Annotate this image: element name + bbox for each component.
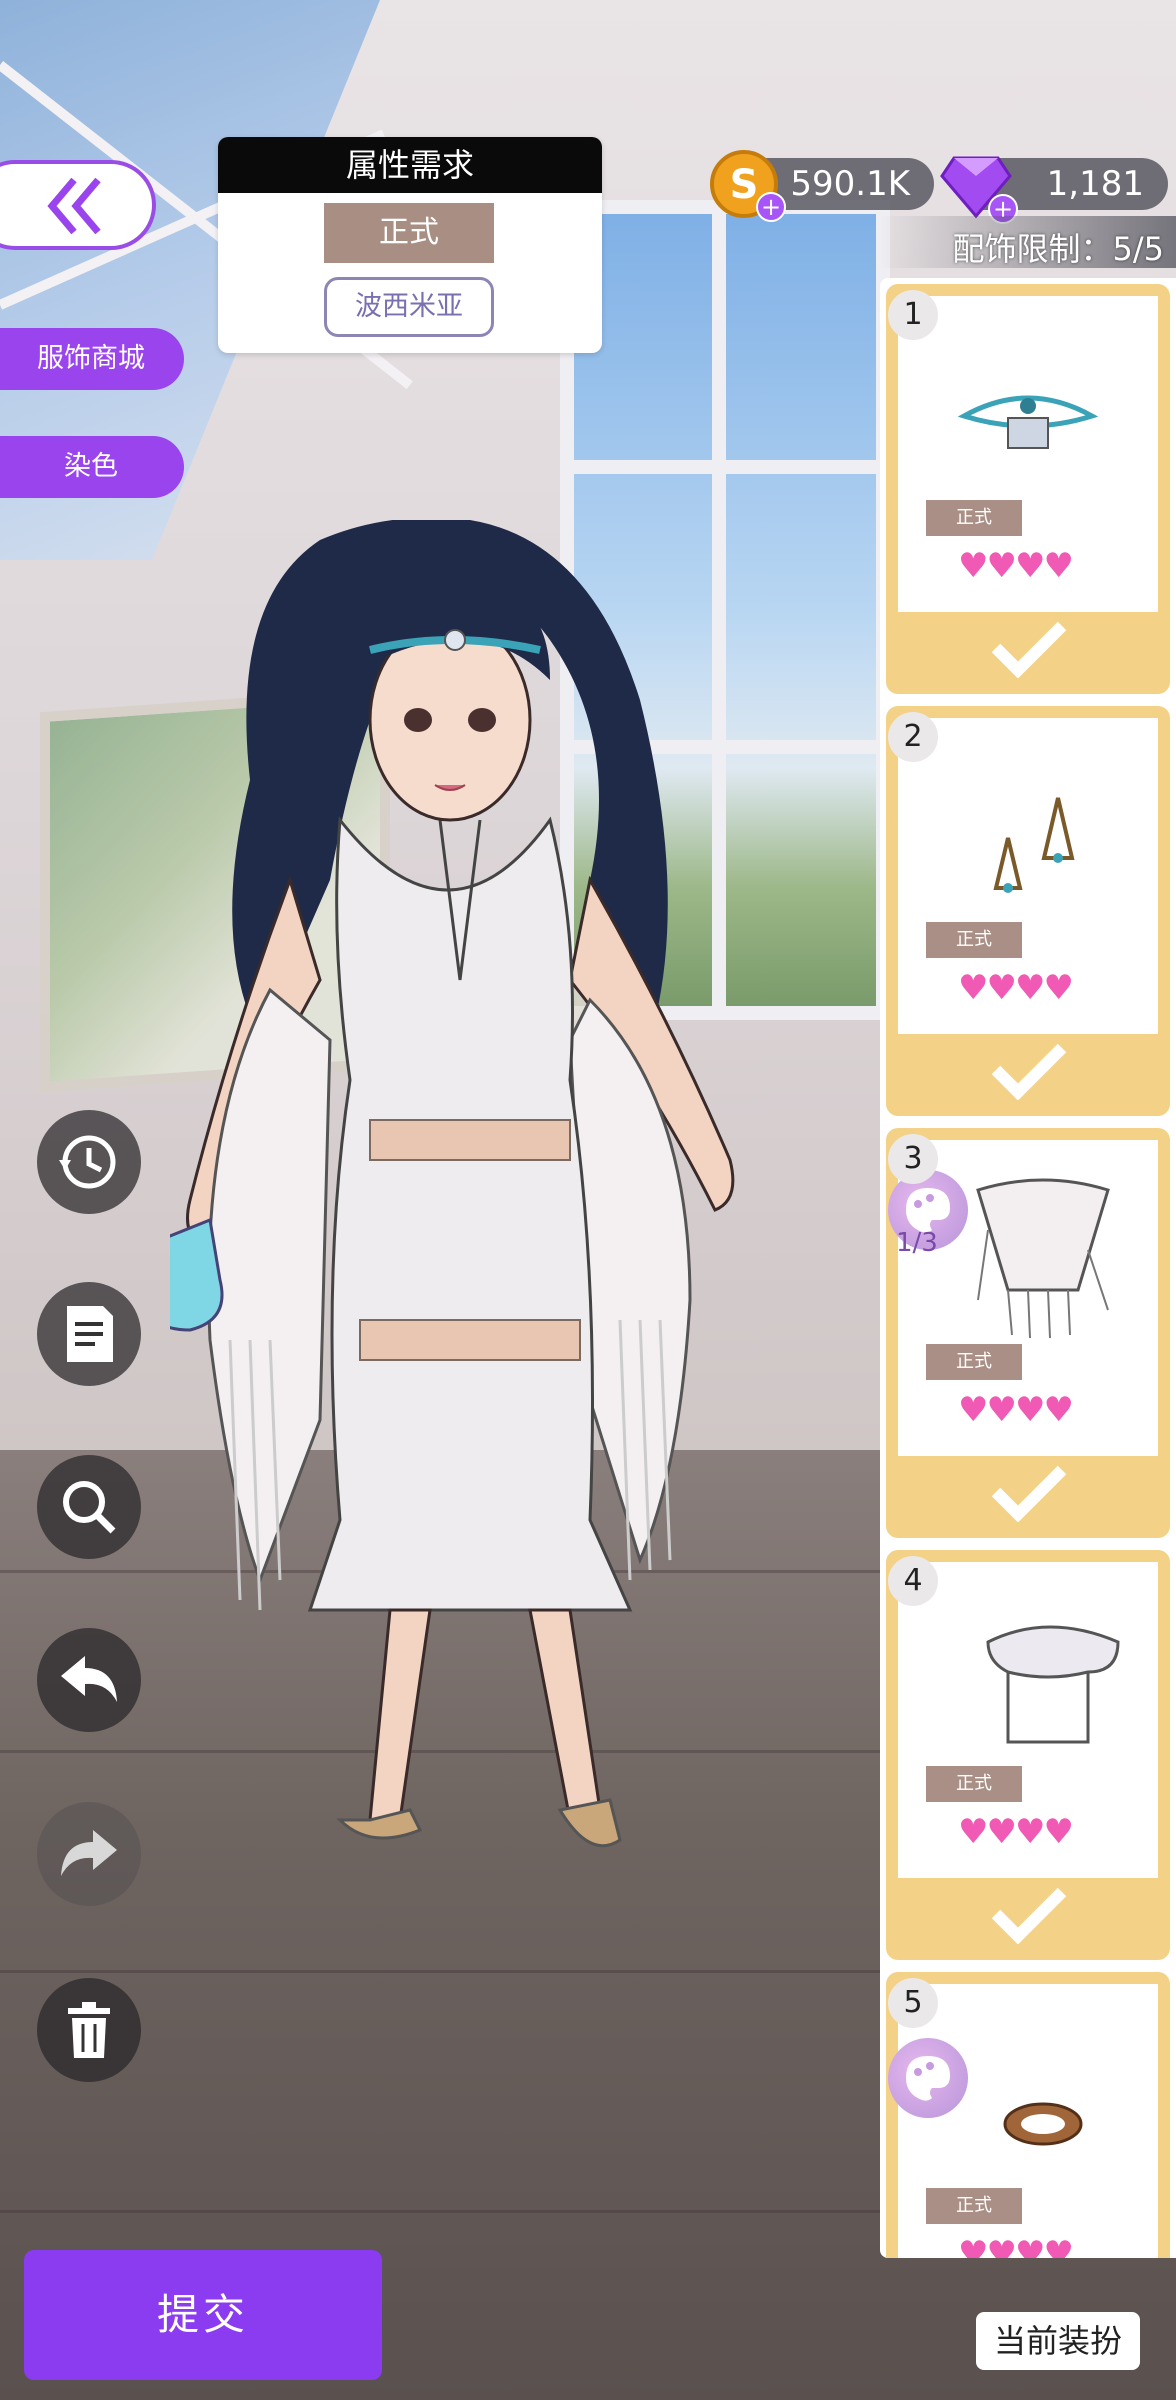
item-rating-hearts: ♥♥♥♥ xyxy=(958,2234,1074,2258)
current-outfit-button[interactable]: 当前装扮 xyxy=(976,2312,1140,2370)
redo-arrow-icon xyxy=(61,1830,117,1876)
item-rating-hearts: ♥♥♥♥ xyxy=(958,546,1074,586)
undo-button[interactable] xyxy=(37,1628,141,1732)
item-rating-hearts: ♥♥♥♥ xyxy=(958,1812,1074,1852)
item-style-tag: 正式 xyxy=(926,2188,1022,2224)
accessory-item[interactable]: 正式 ♥♥♥♥ 1/3 3 xyxy=(886,1128,1170,1538)
zoom-button[interactable] xyxy=(37,1455,141,1559)
selected-check-icon xyxy=(886,1884,1170,1954)
item-style-tag: 正式 xyxy=(926,500,1022,536)
lace-collar-image xyxy=(986,1625,1120,1744)
double-chevron-left-icon xyxy=(47,177,101,235)
selected-check-icon xyxy=(886,1040,1170,1110)
bracelet-image xyxy=(1003,2102,1083,2146)
delete-button[interactable] xyxy=(37,1978,141,2082)
item-number: 4 xyxy=(888,1556,938,1606)
accessory-list[interactable]: 正式 ♥♥♥♥ 1 正式 ♥♥♥♥ 2 正式 ♥♥♥♥ 1/3 3 正式 ♥♥♥… xyxy=(880,278,1176,2258)
accessory-item[interactable]: 正式 ♥♥♥♥ 1 xyxy=(886,284,1170,694)
item-number: 2 xyxy=(888,712,938,762)
document-icon xyxy=(67,1306,113,1362)
dye-count: 1/3 xyxy=(896,1228,938,1258)
headpiece-image xyxy=(958,395,1098,449)
redo-button[interactable] xyxy=(37,1802,141,1906)
item-style-tag: 正式 xyxy=(926,1344,1022,1380)
submit-button[interactable]: 提交 xyxy=(24,2250,382,2380)
dye-button[interactable]: 染色 xyxy=(0,436,184,498)
add-coins-button[interactable]: + xyxy=(756,192,786,222)
item-card: 正式 ♥♥♥♥ xyxy=(898,718,1158,1034)
item-rating-hearts: ♥♥♥♥ xyxy=(958,1390,1074,1430)
window-frame xyxy=(560,460,890,474)
undo-arrow-icon xyxy=(61,1656,117,1702)
requirement-tag-bohemian: 波西米亚 xyxy=(324,277,494,337)
fringe-shawl-image xyxy=(976,1178,1110,1339)
history-button[interactable] xyxy=(37,1110,141,1214)
magnifier-icon xyxy=(63,1481,116,1534)
clock-history-icon xyxy=(59,1135,116,1189)
item-rating-hearts: ♥♥♥♥ xyxy=(958,968,1074,1008)
item-card: 正式 ♥♥♥♥ xyxy=(898,1562,1158,1878)
trash-icon xyxy=(68,2002,110,2058)
item-style-tag: 正式 xyxy=(926,922,1022,958)
accessory-item[interactable]: 正式 ♥♥♥♥ 2 xyxy=(886,706,1170,1116)
svg-text:S: S xyxy=(730,162,759,208)
accessory-item[interactable]: 正式 ♥♥♥♥ 5 xyxy=(886,1972,1170,2258)
selected-check-icon xyxy=(886,618,1170,688)
gem-amount: 1,181 xyxy=(1046,164,1144,204)
clothing-shop-button[interactable]: 服饰商城 xyxy=(0,328,184,390)
accessory-item[interactable]: 正式 ♥♥♥♥ 4 xyxy=(886,1550,1170,1960)
item-number: 3 xyxy=(888,1134,938,1184)
selected-check-icon xyxy=(886,1462,1170,1532)
item-number: 5 xyxy=(888,1978,938,2028)
palette-icon[interactable] xyxy=(888,2038,968,2118)
dressed-character xyxy=(170,520,735,1848)
earrings-image xyxy=(993,797,1075,893)
item-card: 正式 ♥♥♥♥ xyxy=(898,296,1158,612)
coin-amount: 590.1K xyxy=(790,164,910,204)
outfit-list-button[interactable] xyxy=(37,1282,141,1386)
item-number: 1 xyxy=(888,290,938,340)
accessory-limit: 配饰限制：5/5 xyxy=(952,230,1164,268)
item-style-tag: 正式 xyxy=(926,1766,1022,1802)
attribute-requirement-panel: 属性需求 正式 波西米亚 xyxy=(218,137,602,353)
back-button[interactable] xyxy=(0,160,156,250)
requirement-tag-formal: 正式 xyxy=(324,203,494,263)
requirement-title: 属性需求 xyxy=(218,137,602,193)
item-card: 正式 ♥♥♥♥ xyxy=(898,1984,1158,2258)
